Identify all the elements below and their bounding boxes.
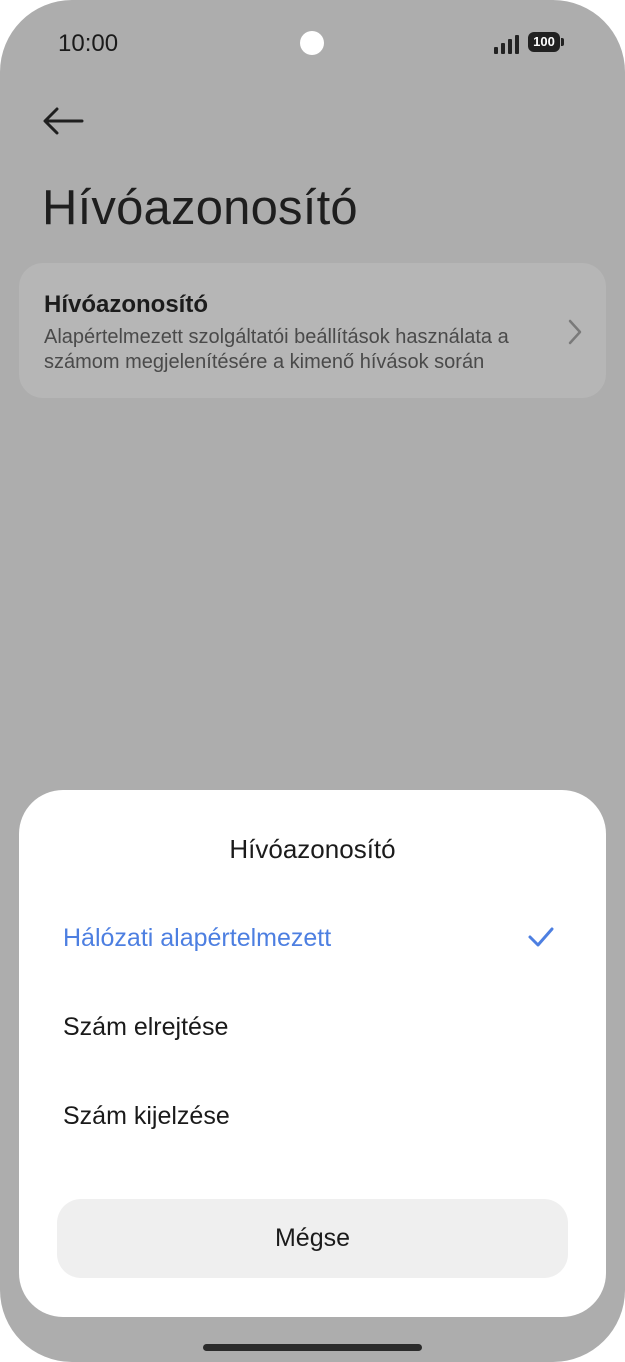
setting-subtitle: Alapértelmezett szolgáltatói beállítások… — [44, 326, 509, 373]
back-arrow-icon[interactable] — [40, 100, 86, 142]
option-label: Szám elrejtése — [63, 1013, 229, 1041]
phone-screen: 10:00 100 Hívóazonosító Hívóazonosító Al… — [0, 0, 625, 1362]
caller-id-setting[interactable]: Hívóazonosító Alapértelmezett szolgáltat… — [19, 263, 606, 398]
page-title: Hívóazonosító — [42, 181, 358, 235]
status-time: 10:00 — [58, 30, 119, 57]
dialog-title: Hívóazonosító — [229, 834, 396, 864]
front-camera — [300, 31, 324, 55]
setting-title: Hívóazonosító — [44, 291, 209, 318]
signal-icon — [494, 32, 524, 54]
cancel-button[interactable]: Mégse — [57, 1199, 568, 1278]
option-label: Szám kijelzése — [63, 1102, 230, 1130]
check-icon — [528, 927, 554, 947]
caller-id-dialog: Hívóazonosító Hálózati alapértelmezett S… — [19, 790, 606, 1317]
chevron-right-icon — [568, 319, 582, 345]
cancel-label: Mégse — [274, 1224, 351, 1252]
home-indicator[interactable] — [203, 1344, 422, 1351]
battery-icon: 100 — [528, 32, 564, 52]
option-show-number[interactable]: Szám kijelzése — [63, 1084, 563, 1148]
option-hide-number[interactable]: Szám elrejtése — [63, 995, 563, 1059]
option-network-default[interactable]: Hálózati alapértelmezett — [63, 906, 563, 970]
option-label: Hálózati alapértelmezett — [63, 924, 332, 952]
status-bar: 10:00 100 — [0, 0, 625, 86]
